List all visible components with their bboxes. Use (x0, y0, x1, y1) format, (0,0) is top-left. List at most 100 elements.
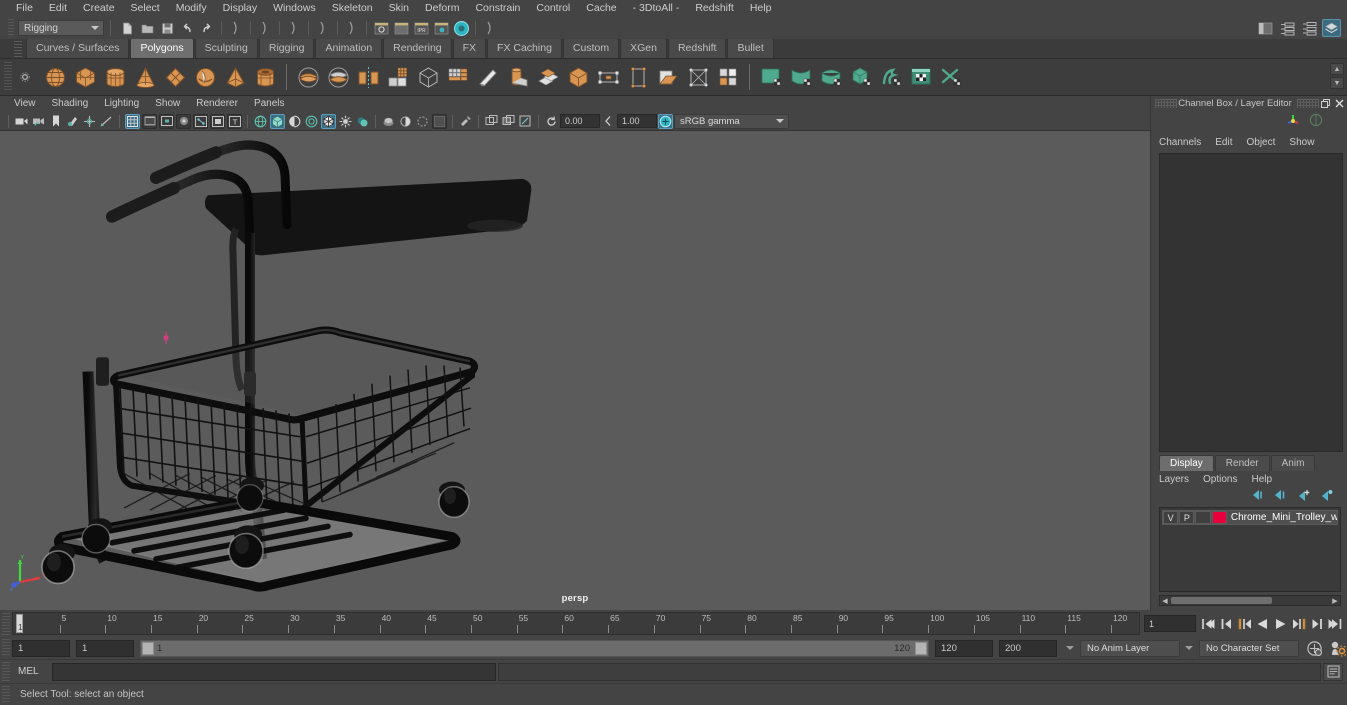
step-back-key-icon[interactable] (1218, 615, 1235, 633)
channel-box-icon[interactable] (1322, 19, 1341, 37)
layer-color-swatch[interactable] (1211, 511, 1227, 524)
move-layer-down-icon[interactable] (1273, 488, 1287, 506)
shelf-tab-bullet[interactable]: Bullet (727, 38, 774, 58)
shelf-tab-fx[interactable]: FX (452, 38, 487, 58)
uv-automatic-icon[interactable] (846, 62, 876, 93)
shelf-tab-xgen[interactable]: XGen (620, 38, 667, 58)
anim-layer-dropdown-arrow-icon[interactable] (1063, 640, 1077, 657)
poly-plane-icon[interactable] (160, 62, 190, 93)
menu-item-deform[interactable]: Deform (417, 1, 467, 16)
poly-bevel-icon[interactable] (563, 62, 593, 93)
layer-playback-toggle[interactable]: P (1179, 511, 1195, 524)
shelf-tab-curves-surfaces[interactable]: Curves / Surfaces (26, 38, 130, 58)
uv-cylindrical-icon[interactable] (786, 62, 816, 93)
layer-visibility-toggle[interactable]: V (1163, 511, 1179, 524)
poly-combine-icon[interactable] (323, 62, 353, 93)
range-slider-grip[interactable] (2, 639, 10, 657)
occlusion-icon[interactable] (381, 114, 396, 129)
poly-target-weld-icon[interactable] (713, 62, 743, 93)
move-layer-up-icon[interactable] (1250, 488, 1264, 506)
shelf-tab-redshift[interactable]: Redshift (667, 38, 727, 58)
menu-item-modify[interactable]: Modify (168, 1, 215, 16)
poly-append-icon[interactable] (623, 62, 653, 93)
manipulator-axis-icon[interactable] (1285, 112, 1301, 133)
undo-icon[interactable] (178, 19, 196, 37)
menu-item-cache[interactable]: Cache (578, 1, 624, 16)
wireframe-icon[interactable] (253, 114, 268, 129)
undock-icon[interactable] (1319, 98, 1331, 109)
color-profile-selector[interactable]: sRGB gamma (674, 113, 789, 129)
range-bar[interactable]: 1 120 (140, 639, 929, 657)
channel-box-menu-object[interactable]: Object (1247, 137, 1284, 148)
layer-list-horizontal-scrollbar[interactable]: ◀ ▶ (1159, 595, 1341, 606)
lighting-icon[interactable] (338, 114, 353, 129)
menu-item-windows[interactable]: Windows (265, 1, 324, 16)
viewport-menu-view[interactable]: View (6, 97, 44, 111)
attribute-editor-icon[interactable] (1278, 19, 1297, 37)
shelf-tab-custom[interactable]: Custom (562, 38, 620, 58)
viewport-menu-lighting[interactable]: Lighting (96, 97, 147, 111)
poly-pyramid-icon[interactable] (220, 62, 250, 93)
anim-layer-selector[interactable]: No Anim Layer (1080, 639, 1180, 657)
sidebar-toggle-icon[interactable] (1256, 19, 1275, 37)
hardware-texture-icon[interactable] (304, 114, 319, 129)
range-start-handle[interactable] (142, 641, 154, 655)
step-back-frame-icon[interactable] (1236, 615, 1253, 633)
3d-viewport[interactable]: y x z persp (0, 130, 1150, 610)
menu-item-select[interactable]: Select (123, 1, 168, 16)
new-layer-from-selected-icon[interactable] (1319, 488, 1333, 506)
step-forward-key-icon[interactable] (1308, 615, 1325, 633)
character-set-dropdown-arrow-icon[interactable] (1182, 640, 1196, 657)
snap-grid-icon[interactable] (314, 19, 332, 37)
film-gate-icon[interactable] (142, 113, 157, 129)
layer-menu-layers[interactable]: Layers (1159, 474, 1189, 485)
save-scene-icon[interactable] (158, 19, 176, 37)
time-slider-grip[interactable] (2, 612, 10, 635)
open-scene-icon[interactable] (138, 19, 156, 37)
viewport-menu-panels[interactable]: Panels (246, 97, 293, 111)
scroll-right-arrow-icon[interactable]: ▶ (1330, 597, 1340, 605)
menu-item-skin[interactable]: Skin (381, 1, 417, 16)
layer-editor-tab-anim[interactable]: Anim (1270, 455, 1316, 471)
viewport-menu-show[interactable]: Show (147, 97, 188, 111)
viewport-menu-shading[interactable]: Shading (44, 97, 97, 111)
grid-snap-icon[interactable] (518, 114, 533, 129)
uv-planar-icon[interactable] (756, 62, 786, 93)
playback-end-time-field[interactable]: 120 (935, 639, 993, 657)
poly-wedge-icon[interactable] (653, 62, 683, 93)
play-backwards-icon[interactable] (1254, 615, 1271, 633)
help-line-grip[interactable] (2, 685, 10, 704)
menu-item-display[interactable]: Display (215, 1, 265, 16)
poly-torus-icon[interactable] (190, 62, 220, 93)
channel-box-menu-edit[interactable]: Edit (1215, 137, 1240, 148)
poly-booleans-union-icon[interactable] (293, 62, 323, 93)
poly-sphere-icon[interactable] (40, 62, 70, 93)
isolate-select-icon[interactable] (458, 114, 473, 129)
gpu-cache-icon[interactable] (484, 114, 499, 129)
shelf-tab-fx-caching[interactable]: FX Caching (487, 38, 562, 58)
poly-mirror-icon[interactable] (353, 62, 383, 93)
uv-unfold-icon[interactable] (876, 62, 906, 93)
layer-editor-tab-render[interactable]: Render (1214, 455, 1270, 471)
menu-item-help[interactable]: Help (742, 1, 780, 16)
ipr-render-icon[interactable] (392, 19, 410, 37)
menu-item-create[interactable]: Create (75, 1, 123, 16)
smooth-shade-icon[interactable] (270, 113, 285, 129)
play-forwards-icon[interactable] (1272, 615, 1289, 633)
uv-editor-icon[interactable] (906, 62, 936, 93)
select-by-object-icon[interactable] (256, 19, 274, 37)
motionblur-icon[interactable] (415, 114, 430, 129)
2d-pan-zoom-icon[interactable] (176, 113, 191, 129)
shelf-grip[interactable] (4, 62, 12, 92)
channel-box-menu-channels[interactable]: Channels (1159, 137, 1209, 148)
shelf-options-gear-icon[interactable] (16, 68, 34, 86)
close-icon[interactable] (1333, 98, 1345, 109)
time-slider-track[interactable]: 1 5 10 15 20 25 30 35 40 45 50 55 60 65 70 75 80 85 90 95 1… (12, 612, 1140, 635)
shadows-icon[interactable] (355, 114, 370, 129)
poly-quadrangulate-icon[interactable] (443, 62, 473, 93)
viewport-menu-renderer[interactable]: Renderer (188, 97, 246, 111)
script-editor-icon[interactable] (1323, 662, 1343, 681)
menu-set-selector[interactable]: Rigging (18, 20, 104, 36)
current-frame-field[interactable]: 1 (1144, 615, 1196, 632)
channel-box-list[interactable] (1159, 153, 1343, 452)
